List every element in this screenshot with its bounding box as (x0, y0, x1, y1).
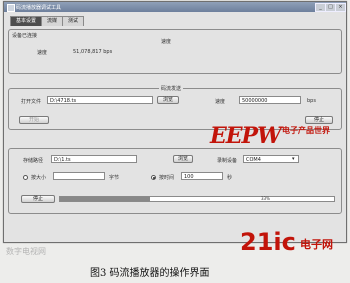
progress-label: 33% (261, 196, 270, 201)
eepw-logo: EEPW (210, 123, 282, 149)
app-window: 码流播放器调试工具 _ □ × 基本设置 流媒 测试 设备已连接 速度 速度 5… (3, 1, 347, 243)
site-watermark-sub: 电子网 (300, 238, 333, 251)
title-bar: 码流播放器调试工具 _ □ × (4, 2, 346, 12)
eepw-watermark: EEPW (210, 123, 282, 149)
start-send-button[interactable]: 开始 (19, 116, 49, 124)
speed-label: 速度 (215, 99, 226, 105)
by-size-label: 按大小 (31, 175, 47, 181)
rate-value: 51,078,817 bps (73, 49, 113, 55)
open-file-label: 打开文件 (21, 99, 42, 105)
by-time-label: 按时间 (159, 175, 175, 181)
tab-stream[interactable]: 流媒 (41, 16, 63, 26)
by-size-radio[interactable] (23, 175, 28, 180)
by-time-radio[interactable] (151, 175, 156, 180)
record-progress-bar (59, 196, 335, 202)
status-group: 设备已连接 速度 速度 51,078,817 bps (8, 29, 342, 74)
save-path-input[interactable]: D:\1.ts (51, 155, 137, 163)
device-label: 录制设备 (217, 158, 238, 164)
blurred-watermark: 数字电视网 (6, 247, 46, 256)
speed-input[interactable]: 50000000 (239, 96, 301, 104)
status-legend: 设备已连接 (12, 33, 38, 39)
tab-basic-settings[interactable]: 基本设置 (10, 16, 42, 26)
send-legend: 码流发送 (159, 85, 184, 92)
file-path-input[interactable]: D:\4718.ts (47, 96, 153, 104)
rate-label: 速度 (37, 50, 48, 56)
stop-record-button[interactable]: 停止 (21, 195, 55, 203)
record-group: 存储路径 D:\1.ts 浏览 录制设备 COM4 ▾ 按大小 字节 按时间 1… (8, 148, 342, 214)
bytes-unit: 字节 (109, 175, 120, 181)
save-browse-button[interactable]: 浏览 (173, 155, 193, 163)
browse-button[interactable]: 浏览 (157, 96, 179, 104)
app-icon (7, 4, 15, 12)
save-path-label: 存储路径 (23, 158, 44, 164)
seconds-unit: 秒 (227, 175, 233, 181)
size-input[interactable] (53, 172, 105, 180)
time-input[interactable]: 100 (181, 172, 223, 180)
figure-caption: 图3 码流播放器的操作界面 (90, 268, 210, 279)
chevron-down-icon[interactable]: ▾ (292, 156, 295, 162)
stop-send-button[interactable]: 停止 (305, 116, 333, 124)
send-group: 码流发送 打开文件 D:\4718.ts 浏览 速度 50000000 bps … (8, 85, 342, 130)
speed-unit: bps (307, 98, 316, 104)
device-select[interactable]: COM4 (243, 155, 299, 163)
progress-fill (60, 197, 151, 201)
tab-test[interactable]: 测试 (62, 16, 84, 26)
eepw-subtitle: 电子产品世界 (282, 126, 330, 135)
site-watermark-logo: 21ic (240, 228, 296, 256)
window-title: 码流播放器调试工具 (16, 5, 62, 11)
status-center-label: 速度 (159, 38, 174, 45)
close-button[interactable]: × (335, 3, 346, 12)
